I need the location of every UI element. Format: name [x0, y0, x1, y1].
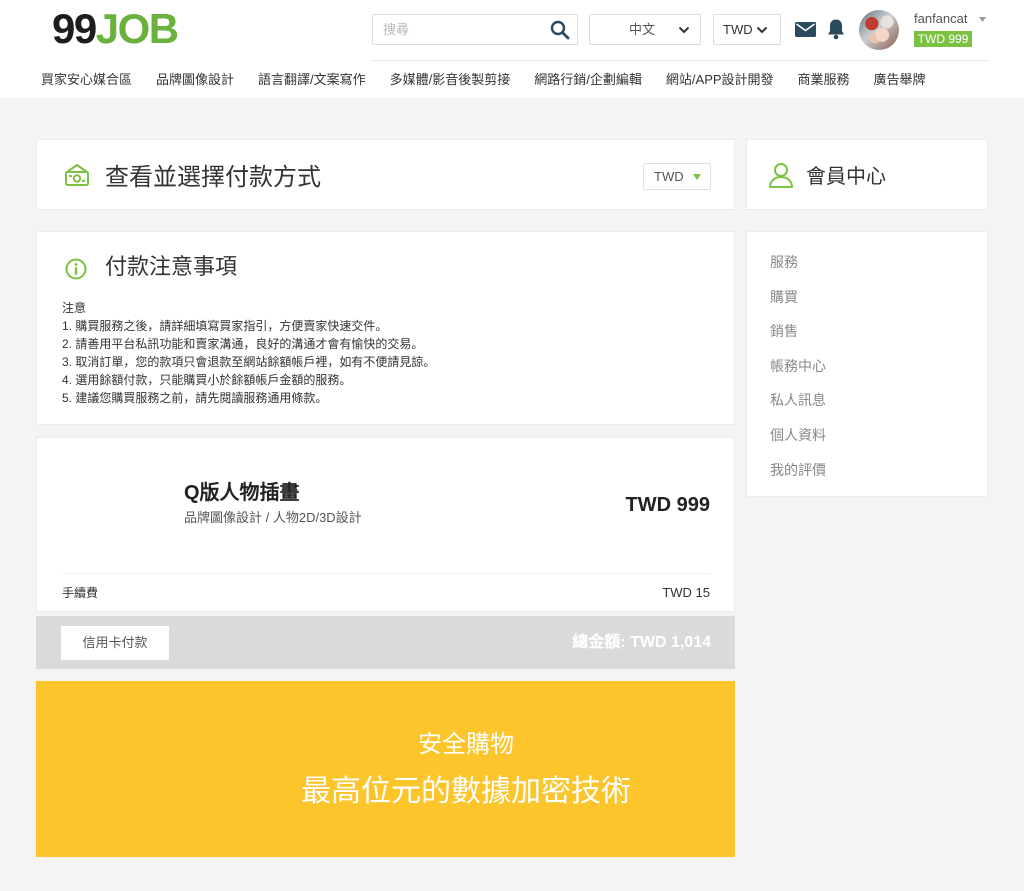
nav-item-marketing[interactable]: 網路行銷/企劃編輯 — [534, 71, 642, 89]
logo-word: JOB — [95, 5, 179, 52]
logo[interactable]: 99JOB — [52, 5, 179, 52]
sidebar-item-billing[interactable]: 帳務中心 — [747, 349, 987, 384]
balance-badge: TWD 999 — [914, 31, 972, 47]
language-value: 中文 — [629, 22, 656, 37]
triangle-down-icon — [693, 174, 701, 180]
total-label: 總金額: — [572, 634, 626, 651]
search-icon[interactable] — [549, 19, 571, 41]
payment-currency-value: TWD — [654, 169, 684, 184]
order-summary-card: Q版人物插畫 品牌圖像設計 / 人物2D/3D設計 TWD 999 手續費 TW… — [36, 437, 735, 612]
info-icon — [65, 258, 87, 280]
nav-item-web-app[interactable]: 網站/APP設計開發 — [666, 71, 774, 89]
chevron-down-icon — [756, 26, 768, 34]
currency-value: TWD — [723, 22, 753, 37]
secure-shopping-banner: 安全購物 最高位元的數據加密技術 — [36, 681, 735, 857]
nav-item-multimedia[interactable]: 多媒體/影音後製剪接 — [390, 71, 511, 89]
order-total: 總金額: TWD 1,014 — [572, 616, 711, 669]
nav-item-brand-design[interactable]: 品牌圖像設計 — [156, 71, 234, 89]
category-nav: 買家安心媒合區 品牌圖像設計 語言翻譯/文案寫作 多媒體/影音後製剪接 網路行銷… — [41, 71, 926, 89]
notice-item: 1. 購買服務之後，請詳細填寫買家指引，方便賣家快速交件。 — [62, 319, 388, 333]
currency-select[interactable]: TWD — [713, 14, 781, 45]
bell-icon[interactable] — [827, 18, 845, 40]
payment-method-card: 查看並選擇付款方式 TWD — [36, 139, 735, 210]
user-icon — [769, 163, 793, 188]
nav-item-business[interactable]: 商業服務 — [798, 71, 850, 89]
fee-label: 手續費 — [62, 586, 99, 600]
sidebar-item-profile[interactable]: 個人資料 — [747, 418, 987, 453]
sidebar-item-reviews[interactable]: 我的評價 — [747, 453, 987, 488]
fee-value: TWD 15 — [662, 585, 710, 600]
nav-item-buyer-matching[interactable]: 買家安心媒合區 — [41, 71, 132, 89]
caret-down-icon[interactable] — [979, 17, 986, 22]
search-box — [372, 14, 578, 45]
member-center-header: 會員中心 — [746, 139, 988, 210]
nav-item-translation[interactable]: 語言翻譯/文案寫作 — [258, 71, 366, 89]
service-title[interactable]: Q版人物插畫 — [184, 480, 300, 506]
notice-list: 注意 1. 購買服務之後，請詳細填寫買家指引，方便賣家快速交件。 2. 請善用平… — [62, 299, 435, 407]
service-price: TWD 999 — [625, 494, 710, 516]
site-header: 99JOB 中文 TWD fanfancat TWD 999 買家安心媒合區 品… — [0, 0, 1024, 98]
banner-line-1: 安全購物 — [418, 730, 514, 758]
banner-line-2: 最高位元的數據加密技術 — [301, 774, 631, 809]
nav-item-advertising[interactable]: 廣告舉牌 — [874, 71, 926, 89]
member-menu-list: 服務 購買 銷售 帳務中心 私人訊息 個人資料 我的評價 — [747, 232, 987, 487]
sidebar-item-purchases[interactable]: 購買 — [747, 280, 987, 315]
money-icon — [65, 164, 89, 186]
search-input[interactable] — [373, 15, 545, 44]
member-menu: 服務 購買 銷售 帳務中心 私人訊息 個人資料 我的評價 — [746, 231, 988, 497]
notice-item: 3. 取消訂單，您的款項只會退款至網站餘額帳戶裡，如有不便請見諒。 — [62, 355, 436, 369]
notice-title: 付款注意事項 — [105, 255, 238, 280]
payment-currency-select[interactable]: TWD — [643, 163, 711, 190]
notice-heading: 注意 — [62, 301, 87, 315]
sidebar-item-services[interactable]: 服務 — [747, 245, 987, 280]
notice-item: 2. 請善用平台私訊功能和賣家溝通，良好的溝通才會有愉快的交易。 — [62, 337, 424, 351]
order-divider — [62, 573, 710, 574]
logo-number: 99 — [52, 5, 97, 52]
member-center-title: 會員中心 — [806, 164, 886, 188]
notice-item: 5. 建議您購買服務之前，請先閱讀服務通用條款。 — [62, 391, 328, 405]
language-select[interactable]: 中文 — [589, 14, 701, 45]
sidebar-item-sales[interactable]: 銷售 — [747, 314, 987, 349]
credit-card-pay-button[interactable]: 信用卡付款 — [61, 626, 169, 660]
username[interactable]: fanfancat — [914, 10, 968, 28]
notice-item: 4. 選用餘額付款，只能購買小於餘額帳戶金額的服務。 — [62, 373, 352, 387]
mail-icon[interactable] — [795, 22, 816, 37]
chevron-down-icon — [678, 26, 690, 34]
sidebar-item-messages[interactable]: 私人訊息 — [747, 383, 987, 418]
header-divider — [372, 60, 988, 61]
payment-method-title: 查看並選擇付款方式 — [105, 163, 321, 191]
total-bar: 信用卡付款 總金額: TWD 1,014 — [36, 616, 735, 669]
total-value: TWD 1,014 — [630, 634, 711, 651]
avatar[interactable] — [859, 10, 899, 50]
payment-notice-card: 付款注意事項 注意 1. 購買服務之後，請詳細填寫買家指引，方便賣家快速交件。 … — [36, 231, 735, 425]
service-category: 品牌圖像設計 / 人物2D/3D設計 — [184, 510, 362, 525]
